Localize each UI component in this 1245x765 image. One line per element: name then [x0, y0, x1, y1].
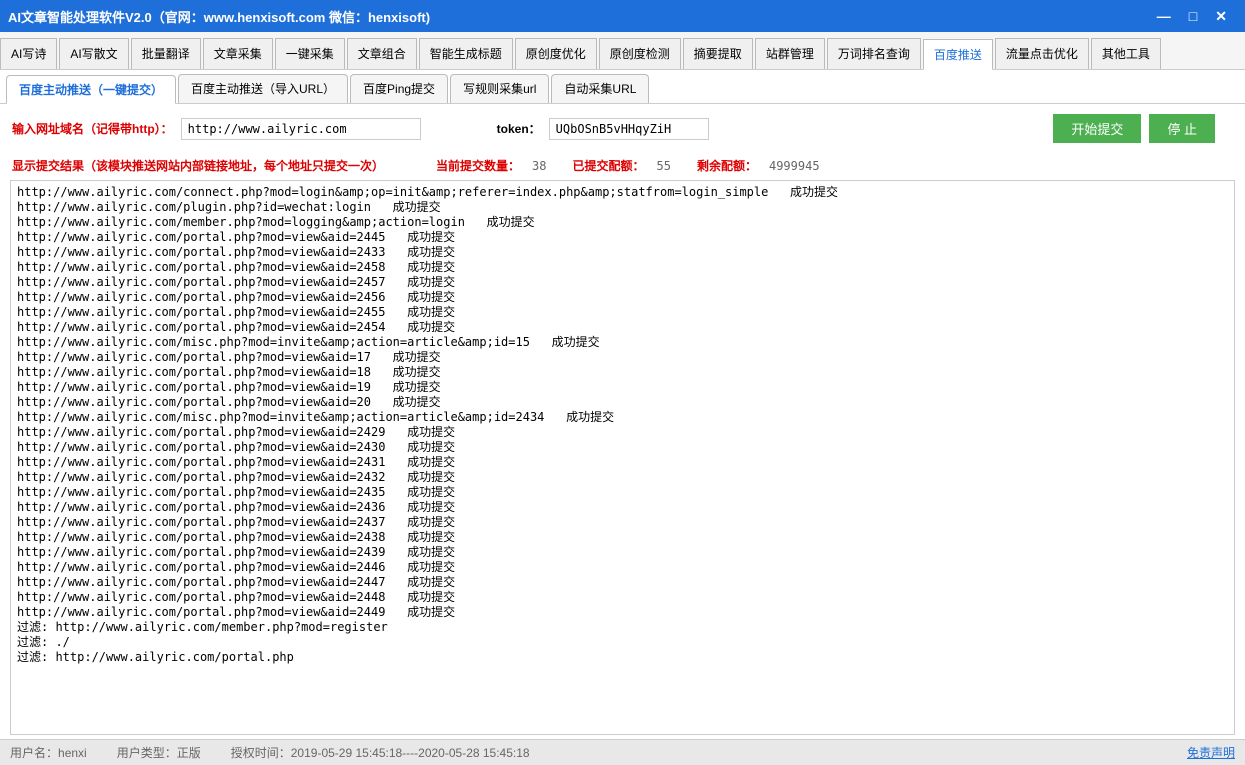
log-line: http://www.ailyric.com/portal.php?mod=vi… [17, 380, 1228, 395]
sub-tab[interactable]: 百度主动推送（一键提交） [6, 75, 176, 104]
log-line: 过滤: ./ [17, 635, 1228, 650]
log-line: http://www.ailyric.com/misc.php?mod=invi… [17, 335, 1228, 350]
log-line: http://www.ailyric.com/portal.php?mod=vi… [17, 260, 1228, 275]
submitted-quota-value: 55 [657, 159, 671, 173]
main-tab[interactable]: 原创度检测 [599, 38, 681, 69]
main-tab[interactable]: AI写散文 [59, 38, 128, 69]
log-scroll-area[interactable]: http://www.ailyric.com/connect.php?mod=l… [10, 180, 1235, 735]
sub-tab[interactable]: 百度主动推送（导入URL） [178, 74, 348, 103]
log-line: http://www.ailyric.com/portal.php?mod=vi… [17, 560, 1228, 575]
main-tab[interactable]: 原创度优化 [515, 38, 597, 69]
main-tab[interactable]: AI写诗 [0, 38, 57, 69]
log-line: http://www.ailyric.com/portal.php?mod=vi… [17, 575, 1228, 590]
log-line: http://www.ailyric.com/misc.php?mod=invi… [17, 410, 1228, 425]
log-line: http://www.ailyric.com/portal.php?mod=vi… [17, 500, 1228, 515]
user-value: henxi [58, 746, 87, 760]
main-tab[interactable]: 百度推送 [923, 39, 993, 70]
type-value: 正版 [177, 746, 201, 760]
main-tab[interactable]: 一键采集 [275, 38, 345, 69]
current-count-value: 38 [532, 159, 546, 173]
log-line: http://www.ailyric.com/portal.php?mod=vi… [17, 440, 1228, 455]
submitted-quota-label: 已提交配额： [572, 157, 644, 174]
log-line: http://www.ailyric.com/portal.php?mod=vi… [17, 290, 1228, 305]
token-input[interactable] [549, 118, 709, 140]
log-line: http://www.ailyric.com/portal.php?mod=vi… [17, 320, 1228, 335]
maximize-icon[interactable]: □ [1189, 8, 1197, 25]
main-tab[interactable]: 批量翻译 [131, 38, 201, 69]
type-label: 用户类型： [117, 746, 177, 760]
window-controls: — □ ✕ [1157, 8, 1237, 25]
log-line: http://www.ailyric.com/portal.php?mod=vi… [17, 230, 1228, 245]
sub-tab[interactable]: 写规则采集url [450, 74, 549, 103]
main-tab[interactable]: 文章组合 [347, 38, 417, 69]
log-line: 过滤: http://www.ailyric.com/portal.php [17, 650, 1228, 665]
disclaimer-link[interactable]: 免责声明 [1187, 744, 1235, 761]
sub-tab[interactable]: 百度Ping提交 [350, 74, 448, 103]
input-row: 输入网址域名（记得带http）： token： 开始提交 停 止 [0, 104, 1245, 153]
auth-label: 授权时间： [231, 746, 291, 760]
close-icon[interactable]: ✕ [1215, 8, 1227, 25]
log-line: http://www.ailyric.com/portal.php?mod=vi… [17, 365, 1228, 380]
status-auth: 授权时间：2019-05-29 15:45:18----2020-05-28 1… [231, 744, 530, 761]
window-title: AI文章智能处理软件V2.0（官网：www.henxisoft.com 微信：h… [8, 7, 1157, 26]
auth-value: 2019-05-29 15:45:18----2020-05-28 15:45:… [291, 746, 530, 760]
status-user: 用户名：henxi [10, 744, 87, 761]
log-line: http://www.ailyric.com/portal.php?mod=vi… [17, 590, 1228, 605]
log-line: http://www.ailyric.com/connect.php?mod=l… [17, 185, 1228, 200]
current-count-label: 当前提交数量： [436, 157, 520, 174]
main-tab[interactable]: 智能生成标题 [419, 38, 513, 69]
log-line: http://www.ailyric.com/portal.php?mod=vi… [17, 545, 1228, 560]
token-label: token： [497, 120, 541, 137]
result-label: 显示提交结果（该模块推送网站内部链接地址，每个地址只提交一次） [12, 157, 384, 174]
main-tab[interactable]: 万词排名查询 [827, 38, 921, 69]
start-submit-button[interactable]: 开始提交 [1053, 114, 1141, 143]
remain-quota-label: 剩余配额： [697, 157, 757, 174]
main-tab[interactable]: 文章采集 [203, 38, 273, 69]
log-output: http://www.ailyric.com/connect.php?mod=l… [11, 181, 1234, 669]
main-tab[interactable]: 其他工具 [1091, 38, 1161, 69]
sub-tab[interactable]: 自动采集URL [551, 74, 649, 103]
remain-quota-value: 4999945 [769, 159, 820, 173]
minimize-icon[interactable]: — [1157, 8, 1171, 25]
log-line: http://www.ailyric.com/plugin.php?id=wec… [17, 200, 1228, 215]
status-type: 用户类型：正版 [117, 744, 201, 761]
log-line: http://www.ailyric.com/portal.php?mod=vi… [17, 395, 1228, 410]
log-line: http://www.ailyric.com/member.php?mod=lo… [17, 215, 1228, 230]
stats-row: 显示提交结果（该模块推送网站内部链接地址，每个地址只提交一次） 当前提交数量： … [0, 153, 1245, 180]
log-line: http://www.ailyric.com/portal.php?mod=vi… [17, 470, 1228, 485]
main-tab[interactable]: 站群管理 [755, 38, 825, 69]
log-line: http://www.ailyric.com/portal.php?mod=vi… [17, 275, 1228, 290]
log-line: http://www.ailyric.com/portal.php?mod=vi… [17, 350, 1228, 365]
user-label: 用户名： [10, 746, 58, 760]
status-bar: 用户名：henxi 用户类型：正版 授权时间：2019-05-29 15:45:… [0, 739, 1245, 765]
sub-tab-bar: 百度主动推送（一键提交）百度主动推送（导入URL）百度Ping提交写规则采集ur… [0, 70, 1245, 104]
log-line: http://www.ailyric.com/portal.php?mod=vi… [17, 425, 1228, 440]
main-tab[interactable]: 流量点击优化 [995, 38, 1089, 69]
log-line: 过滤: http://www.ailyric.com/member.php?mo… [17, 620, 1228, 635]
log-line: http://www.ailyric.com/portal.php?mod=vi… [17, 245, 1228, 260]
log-line: http://www.ailyric.com/portal.php?mod=vi… [17, 605, 1228, 620]
main-tab-bar: AI写诗AI写散文批量翻译文章采集一键采集文章组合智能生成标题原创度优化原创度检… [0, 32, 1245, 70]
main-tab[interactable]: 摘要提取 [683, 38, 753, 69]
log-line: http://www.ailyric.com/portal.php?mod=vi… [17, 305, 1228, 320]
log-line: http://www.ailyric.com/portal.php?mod=vi… [17, 530, 1228, 545]
domain-label: 输入网址域名（记得带http）： [12, 120, 173, 137]
log-line: http://www.ailyric.com/portal.php?mod=vi… [17, 515, 1228, 530]
domain-input[interactable] [181, 118, 421, 140]
stop-button[interactable]: 停 止 [1149, 114, 1215, 143]
log-line: http://www.ailyric.com/portal.php?mod=vi… [17, 455, 1228, 470]
log-line: http://www.ailyric.com/portal.php?mod=vi… [17, 485, 1228, 500]
titlebar: AI文章智能处理软件V2.0（官网：www.henxisoft.com 微信：h… [0, 0, 1245, 32]
